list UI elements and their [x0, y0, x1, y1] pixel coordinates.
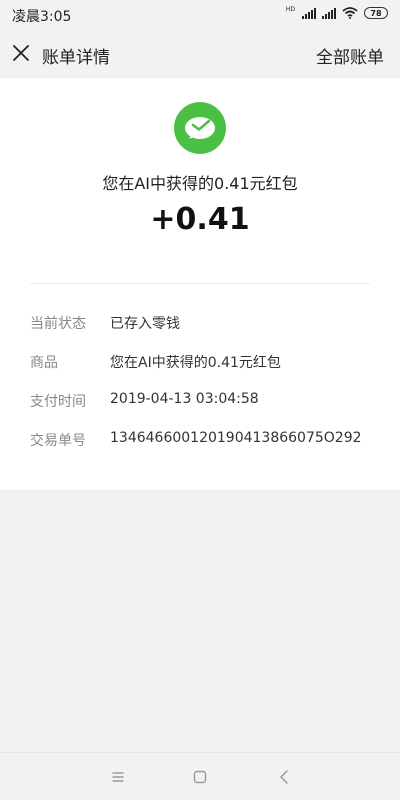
detail-label: 当前状态: [30, 316, 86, 332]
page-title: 账单详情: [42, 48, 110, 68]
detail-value[interactable]: 134646600120190413866075O292: [110, 430, 362, 446]
close-icon[interactable]: [10, 42, 32, 64]
all-bills-link[interactable]: 全部账单: [316, 43, 384, 68]
signal-icon: [302, 7, 316, 19]
menu-icon[interactable]: [107, 766, 129, 788]
status-time: 凌晨3:05: [12, 9, 72, 25]
wechat-pay-logo-icon: [174, 102, 226, 154]
detail-label: 交易单号: [30, 433, 86, 449]
status-icons: HD 78: [286, 7, 388, 19]
detail-row-status: 当前状态 已存入零钱: [0, 313, 400, 337]
navigation-bar: [0, 752, 400, 800]
detail-label: 支付时间: [30, 394, 86, 410]
wifi-icon: [342, 7, 358, 19]
battery-level: 78: [370, 8, 382, 18]
detail-label: 商品: [30, 355, 58, 371]
status-bar: 凌晨3:05 HD 78: [0, 0, 400, 30]
battery-icon: 78: [364, 7, 388, 19]
back-icon[interactable]: [273, 766, 295, 788]
bill-detail-card: 您在AI中获得的0.41元红包 +0.41 当前状态 已存入零钱 商品 您在AI…: [0, 78, 400, 490]
detail-value: 2019-04-13 03:04:58: [110, 391, 259, 407]
detail-row-payment-time: 支付时间 2019-04-13 03:04:58: [0, 391, 400, 415]
header-bar: 账单详情 全部账单: [0, 30, 400, 78]
transaction-description: 您在AI中获得的0.41元红包: [102, 174, 298, 193]
detail-value: 您在AI中获得的0.41元红包: [110, 355, 281, 371]
signal-icon-2: [322, 7, 336, 19]
divider: [30, 283, 370, 284]
detail-row-product: 商品 您在AI中获得的0.41元红包: [0, 352, 400, 376]
home-icon[interactable]: [189, 766, 211, 788]
transaction-amount: +0.41: [150, 202, 250, 237]
hd-indicator: HD: [285, 6, 295, 13]
detail-value: 已存入零钱: [110, 316, 180, 332]
detail-row-transaction-id: 交易单号 134646600120190413866075O292: [0, 430, 400, 454]
